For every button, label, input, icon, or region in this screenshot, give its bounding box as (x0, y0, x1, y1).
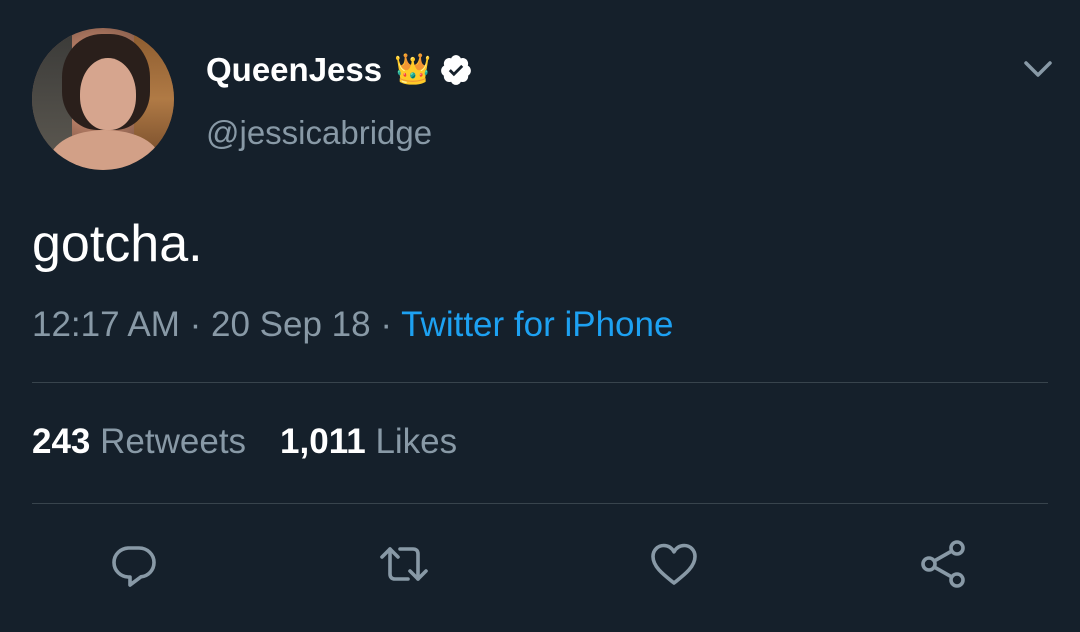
share-icon (921, 540, 965, 588)
retweet-icon (380, 547, 428, 581)
crown-emoji: 👑 (394, 53, 432, 86)
share-button[interactable] (918, 538, 970, 590)
likes-count: 1,011 (280, 422, 366, 461)
tweet-source-link[interactable]: Twitter for iPhone (401, 305, 673, 344)
user-handle[interactable]: @jessicabridge (206, 114, 432, 152)
author-name-row[interactable]: QueenJess 👑 (206, 50, 473, 90)
avatar[interactable] (32, 28, 174, 170)
divider (32, 382, 1048, 383)
engagement-stats: 243 Retweets 1,011 Likes (32, 422, 457, 462)
like-button[interactable] (648, 538, 700, 590)
reply-button[interactable] (108, 538, 160, 590)
retweet-button[interactable] (378, 538, 430, 590)
divider (32, 503, 1048, 504)
avatar-face (80, 58, 136, 130)
like-icon (651, 543, 697, 585)
retweets-label: Retweets (100, 422, 247, 461)
separator-dot: · (380, 305, 392, 344)
likes-label: Likes (375, 422, 458, 461)
tweet-metadata: 12:17 AM · 20 Sep 18 · Twitter for iPhon… (32, 305, 673, 345)
tweet-date: 20 Sep 18 (211, 305, 371, 344)
display-name: QueenJess (206, 51, 383, 88)
retweets-stat[interactable]: 243 Retweets (32, 422, 246, 461)
separator-dot: · (189, 305, 202, 344)
tweet-text: gotcha. (32, 215, 203, 273)
verified-badge-icon (439, 53, 473, 87)
reply-icon (112, 546, 156, 587)
tweet-detail: QueenJess 👑 @jessicabridge gotcha. 12:17… (0, 0, 1080, 632)
retweets-count: 243 (32, 422, 91, 461)
chevron-down-icon[interactable] (1018, 54, 1058, 84)
tweet-time: 12:17 AM (32, 305, 180, 344)
likes-stat[interactable]: 1,011 Likes (280, 422, 457, 461)
